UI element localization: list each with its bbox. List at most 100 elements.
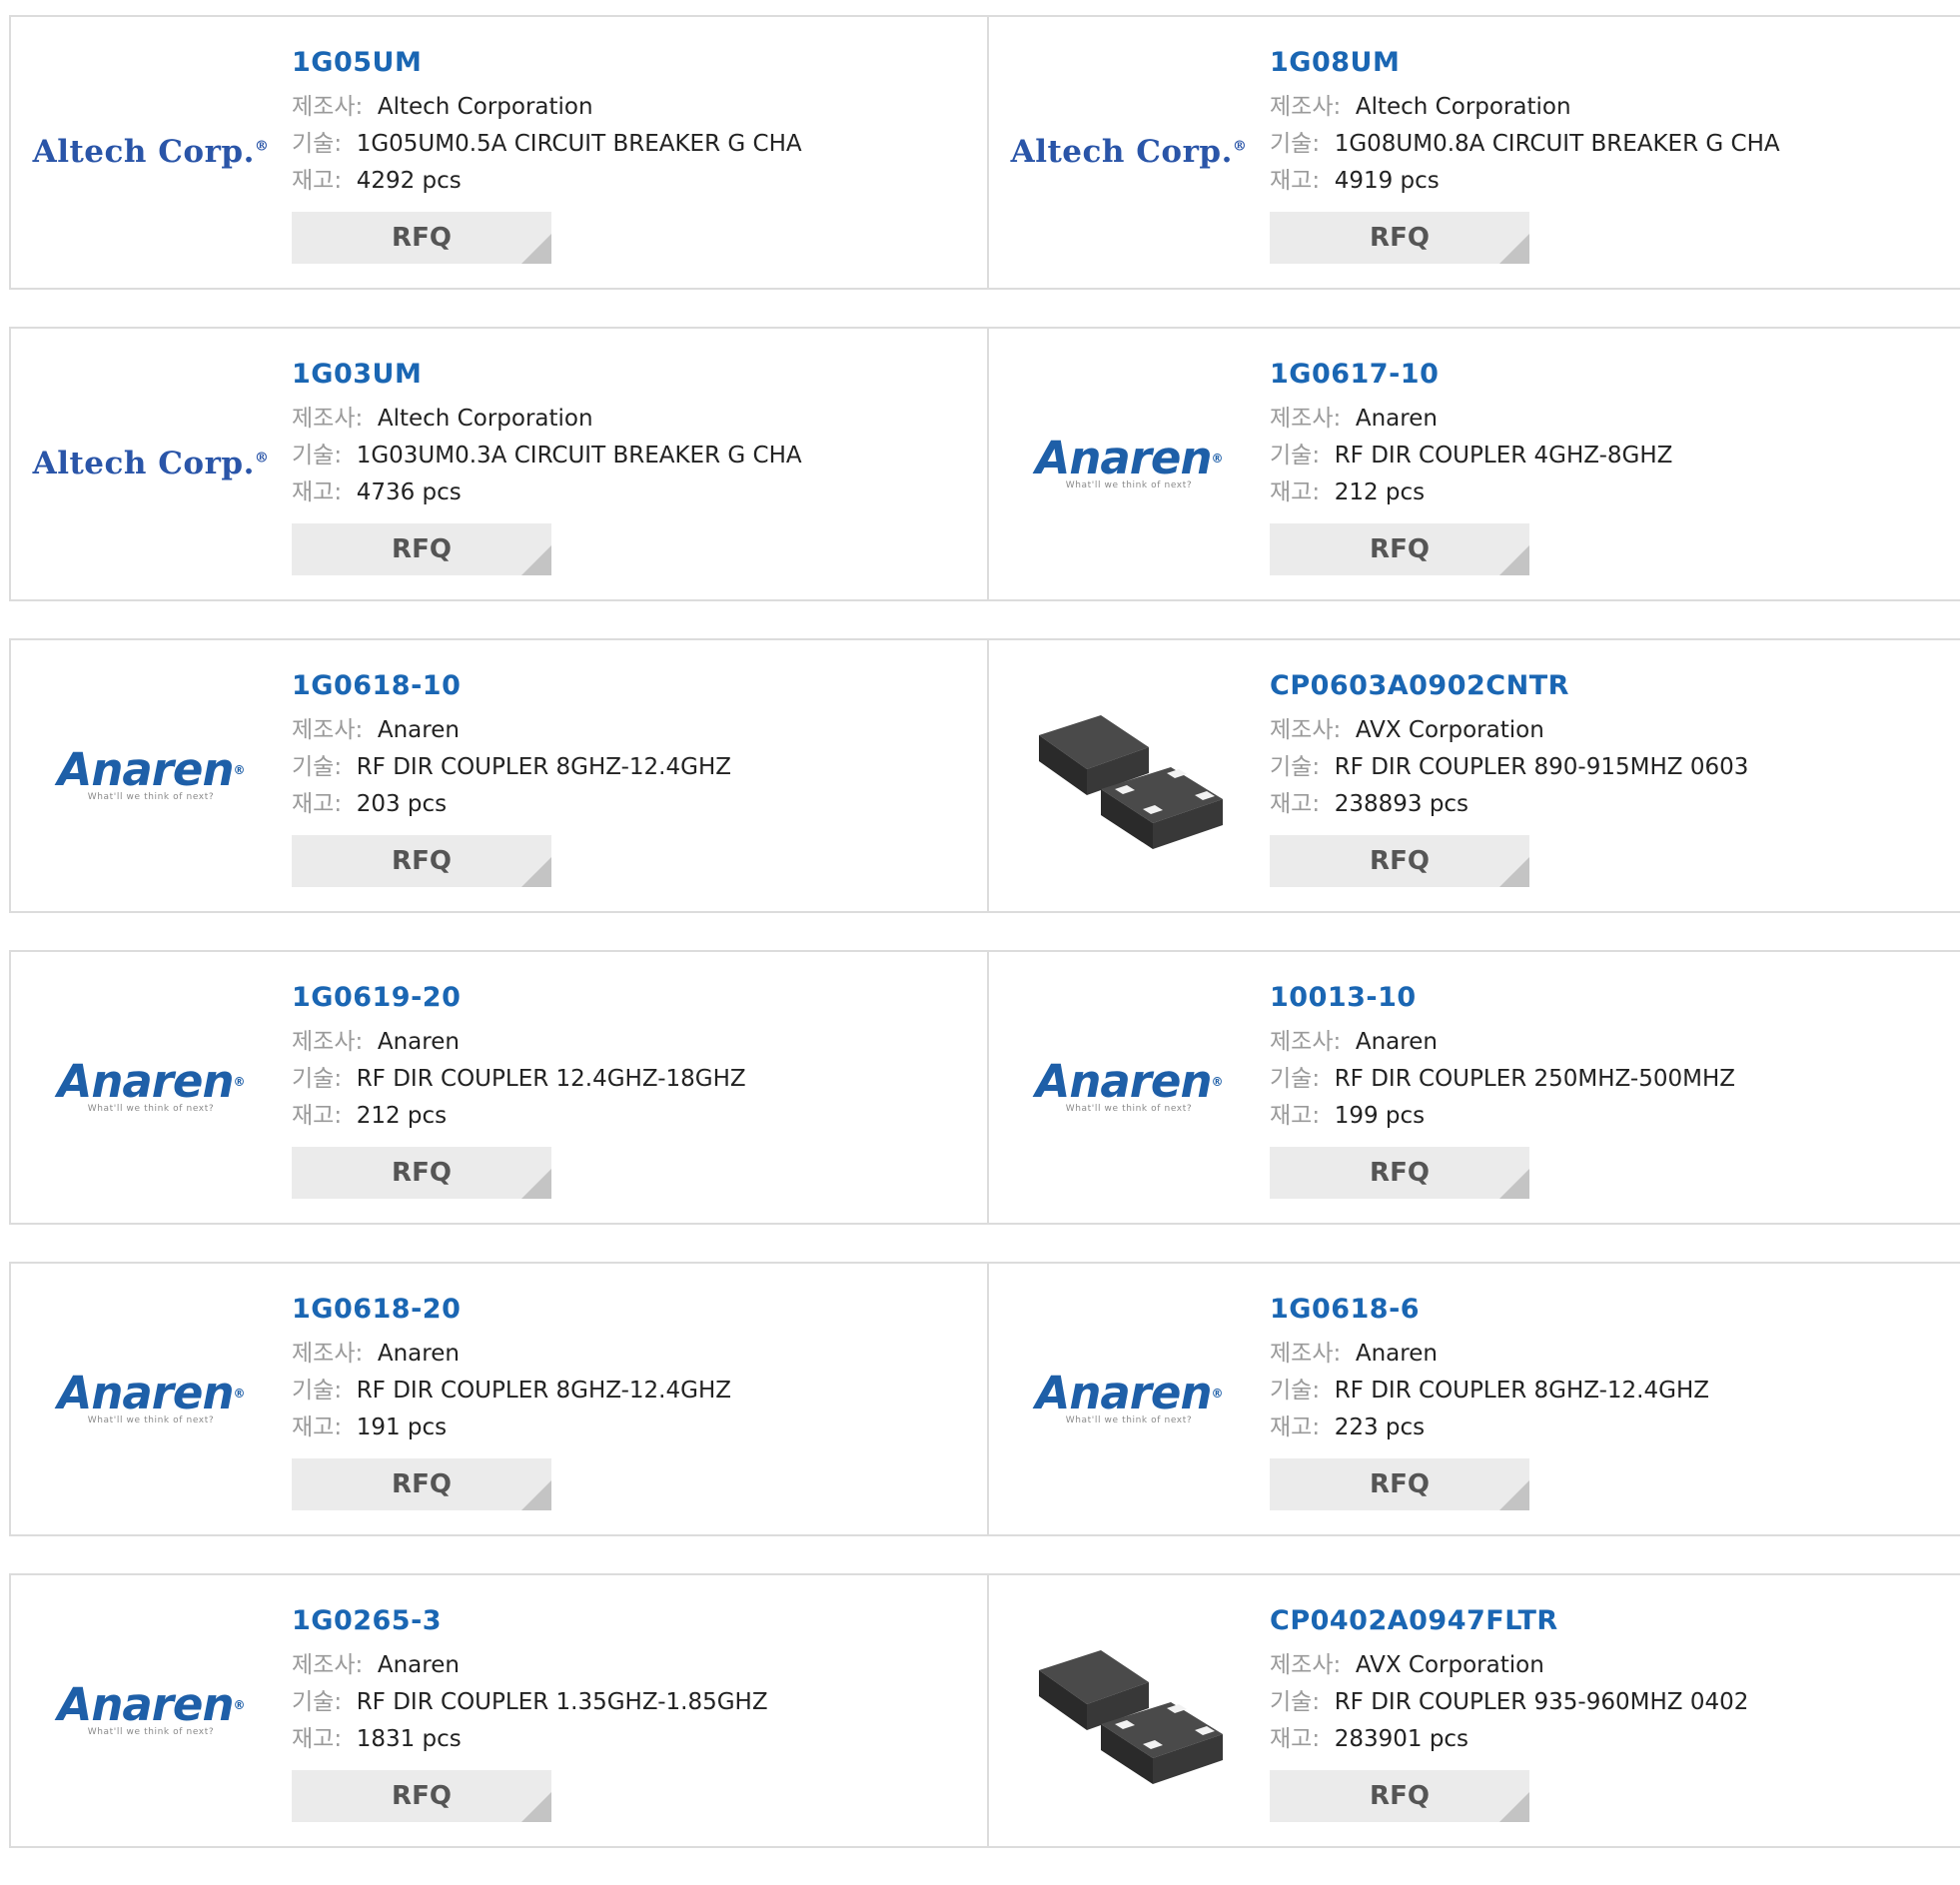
description-label: 기술: (292, 443, 343, 469)
product-card: Anaren® What'll we think of next? 1G0618-… (11, 1264, 989, 1534)
product-info: 1G03UM 제조사: Altech Corporation 기술: 1G03U… (292, 357, 802, 575)
stock-value: 4919 pcs (1334, 168, 1440, 194)
description-value: RF DIR COUPLER 1.35GHZ-1.85GHZ (356, 1689, 768, 1715)
manufacturer-label: 제조사: (292, 406, 364, 432)
description-label: 기술: (292, 1689, 343, 1715)
rfq-button[interactable]: RFQ (292, 835, 551, 887)
manufacturer-logo: Anaren® What'll we think of next? (51, 1299, 251, 1498)
rfq-button-label: RFQ (392, 846, 452, 876)
rfq-corner-decoration (1499, 857, 1529, 887)
part-number-link[interactable]: CP0603A0902CNTR (1270, 668, 1748, 704)
part-number-link[interactable]: 1G05UM (292, 45, 802, 81)
product-row: Anaren® What'll we think of next? 1G0265-… (9, 1573, 1960, 1848)
stock-value: 212 pcs (356, 1103, 448, 1129)
stock-label: 재고: (292, 1414, 343, 1440)
description-line: 기술: RF DIR COUPLER 890-915MHZ 0603 (1270, 749, 1748, 786)
rfq-button[interactable]: RFQ (292, 1147, 551, 1199)
anaren-logo: Anaren® What'll we think of next? (1035, 1367, 1224, 1425)
stock-value: 223 pcs (1334, 1414, 1426, 1440)
rfq-button[interactable]: RFQ (1270, 1147, 1529, 1199)
product-info: 1G0619-20 제조사: Anaren 기술: RF DIR COUPLER… (292, 980, 746, 1199)
manufacturer-logo: Anaren® What'll we think of next? (1029, 1299, 1229, 1498)
rfq-button[interactable]: RFQ (1270, 212, 1529, 264)
manufacturer-line: 제조사: Anaren (292, 712, 731, 749)
rfq-button-label: RFQ (392, 223, 452, 253)
part-number-link[interactable]: 1G0619-20 (292, 980, 746, 1016)
manufacturer-value: Anaren (1355, 1029, 1438, 1055)
stock-label: 재고: (1270, 479, 1321, 505)
product-info: 1G0617-10 제조사: Anaren 기술: RF DIR COUPLER… (1270, 357, 1672, 575)
part-number-link[interactable]: 1G08UM (1270, 45, 1780, 81)
product-card: Anaren® What'll we think of next? 10013-1… (989, 952, 1960, 1223)
description-line: 기술: RF DIR COUPLER 4GHZ-8GHZ (1270, 438, 1672, 474)
stock-value: 191 pcs (356, 1414, 448, 1440)
rfq-button[interactable]: RFQ (292, 1458, 551, 1510)
manufacturer-logo: Anaren® What'll we think of next? (51, 987, 251, 1187)
altech-logo-text: Altech Corp. (1010, 134, 1233, 170)
manufacturer-value: AVX Corporation (1355, 717, 1544, 743)
rfq-button-label: RFQ (1370, 846, 1430, 876)
part-number-link[interactable]: CP0402A0947FLTR (1270, 1603, 1748, 1639)
rfq-corner-decoration (1499, 1792, 1529, 1822)
rfq-corner-decoration (521, 857, 551, 887)
stock-line: 재고: 212 pcs (292, 1098, 746, 1135)
description-value: RF DIR COUPLER 4GHZ-8GHZ (1334, 443, 1673, 469)
stock-label: 재고: (292, 168, 343, 194)
description-label: 기술: (1270, 443, 1321, 469)
altech-logo: Altech Corp.® (32, 134, 270, 170)
manufacturer-logo (1029, 1610, 1229, 1810)
rfq-button[interactable]: RFQ (292, 212, 551, 264)
manufacturer-label: 제조사: (292, 1029, 364, 1055)
altech-logo-text: Altech Corp. (32, 134, 255, 170)
manufacturer-line: 제조사: Altech Corporation (1270, 89, 1780, 126)
stock-line: 재고: 212 pcs (1270, 474, 1672, 511)
rfq-button[interactable]: RFQ (1270, 523, 1529, 575)
manufacturer-value: Altech Corporation (1355, 94, 1571, 120)
product-info: 1G0618-20 제조사: Anaren 기술: RF DIR COUPLER… (292, 1292, 731, 1510)
rfq-button[interactable]: RFQ (292, 1770, 551, 1822)
rfq-corner-decoration (521, 545, 551, 575)
product-info: 1G08UM 제조사: Altech Corporation 기술: 1G08U… (1270, 45, 1780, 264)
part-number-link[interactable]: 1G0617-10 (1270, 357, 1672, 393)
rfq-button[interactable]: RFQ (1270, 835, 1529, 887)
description-value: RF DIR COUPLER 8GHZ-12.4GHZ (356, 754, 732, 780)
description-label: 기술: (1270, 1066, 1321, 1092)
anaren-logo-text: Anaren (57, 1055, 235, 1108)
part-number-link[interactable]: 10013-10 (1270, 980, 1735, 1016)
stock-line: 재고: 1831 pcs (292, 1721, 768, 1758)
stock-value: 238893 pcs (1334, 791, 1470, 817)
manufacturer-label: 제조사: (1270, 1029, 1342, 1055)
altech-logo-text: Altech Corp. (32, 446, 255, 481)
manufacturer-label: 제조사: (292, 1652, 364, 1678)
manufacturer-line: 제조사: Anaren (1270, 1336, 1709, 1373)
description-label: 기술: (292, 1378, 343, 1404)
stock-label: 재고: (1270, 1726, 1321, 1752)
description-line: 기술: 1G08UM0.8A CIRCUIT BREAKER G CHA (1270, 126, 1780, 163)
rfq-button[interactable]: RFQ (1270, 1770, 1529, 1822)
description-label: 기술: (1270, 754, 1321, 780)
part-number-link[interactable]: 1G0618-10 (292, 668, 731, 704)
anaren-logo-text: Anaren (57, 1678, 235, 1731)
rfq-button[interactable]: RFQ (1270, 1458, 1529, 1510)
stock-value: 4736 pcs (356, 479, 462, 505)
description-label: 기술: (1270, 1378, 1321, 1404)
part-number-link[interactable]: 1G0265-3 (292, 1603, 768, 1639)
product-card: CP0603A0902CNTR 제조사: AVX Corporation 기술:… (989, 640, 1960, 911)
product-card: Altech Corp.® 1G08UM 제조사: Altech Corpora… (989, 17, 1960, 288)
manufacturer-logo: Altech Corp.® (33, 52, 269, 252)
product-card: Anaren® What'll we think of next? 1G0618-… (989, 1264, 1960, 1534)
manufacturer-value: Anaren (377, 1652, 460, 1678)
product-info: CP0402A0947FLTR 제조사: AVX Corporation 기술:… (1270, 1603, 1748, 1822)
anaren-logo-text: Anaren (57, 1367, 235, 1419)
stock-label: 재고: (1270, 791, 1321, 817)
anaren-logo: Anaren® What'll we think of next? (1035, 432, 1224, 490)
part-number-link[interactable]: 1G0618-20 (292, 1292, 731, 1328)
part-number-link[interactable]: 1G0618-6 (1270, 1292, 1709, 1328)
part-number-link[interactable]: 1G03UM (292, 357, 802, 393)
description-label: 기술: (1270, 1689, 1321, 1715)
altech-logo: Altech Corp.® (32, 446, 270, 481)
product-card: Anaren® What'll we think of next? 1G0618-… (11, 640, 989, 911)
stock-value: 283901 pcs (1334, 1726, 1470, 1752)
rfq-button[interactable]: RFQ (292, 523, 551, 575)
rfq-button-label: RFQ (1370, 1781, 1430, 1811)
